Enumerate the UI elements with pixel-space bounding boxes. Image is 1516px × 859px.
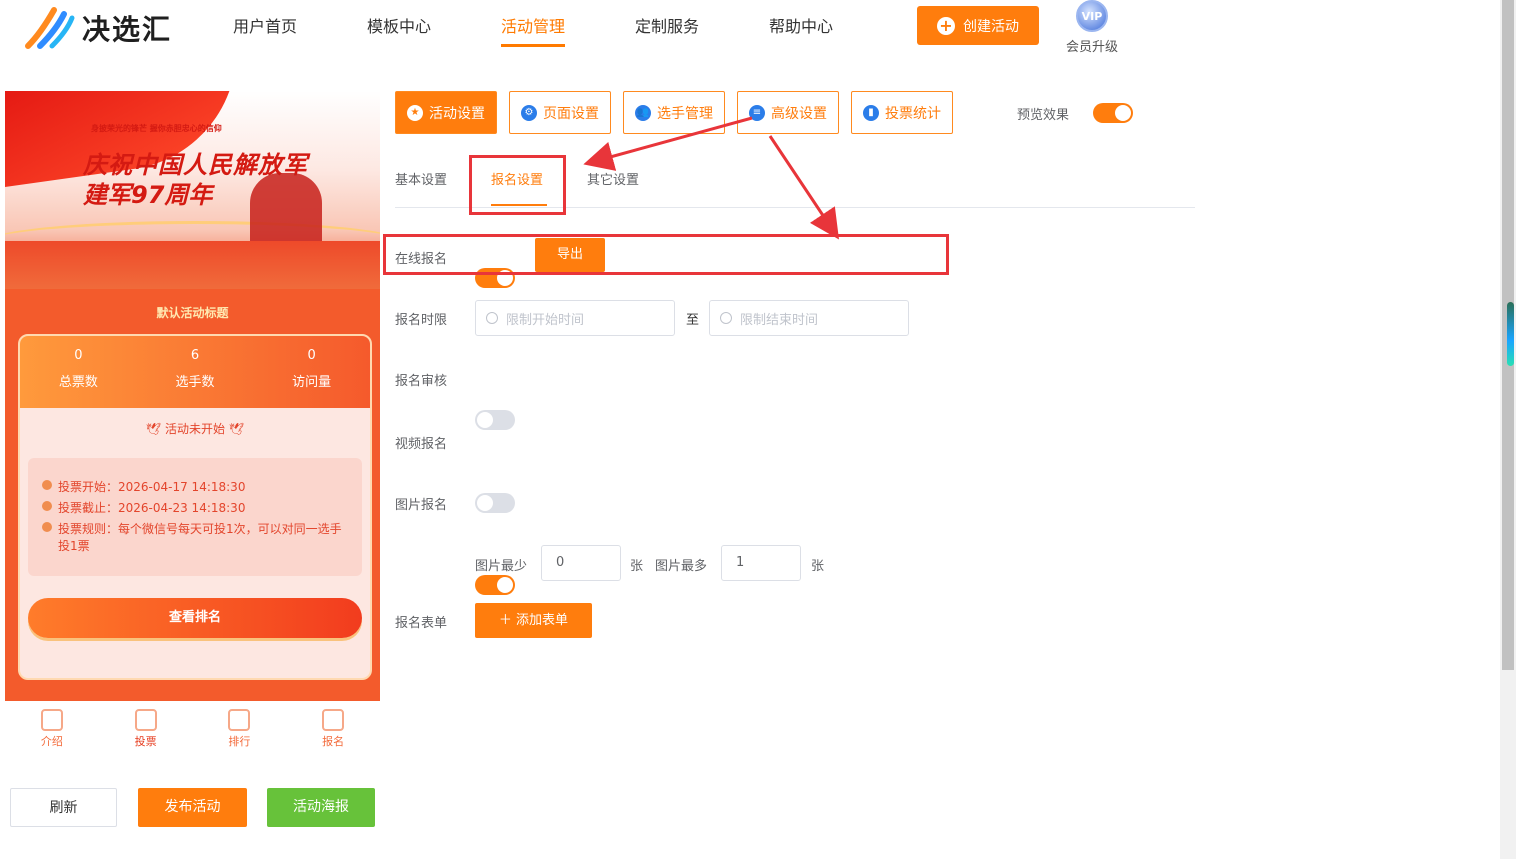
annotation-arrows bbox=[583, 116, 839, 240]
annotation-arrow-to-row bbox=[768, 135, 839, 240]
annotation-arrow-to-tab bbox=[583, 116, 753, 171]
